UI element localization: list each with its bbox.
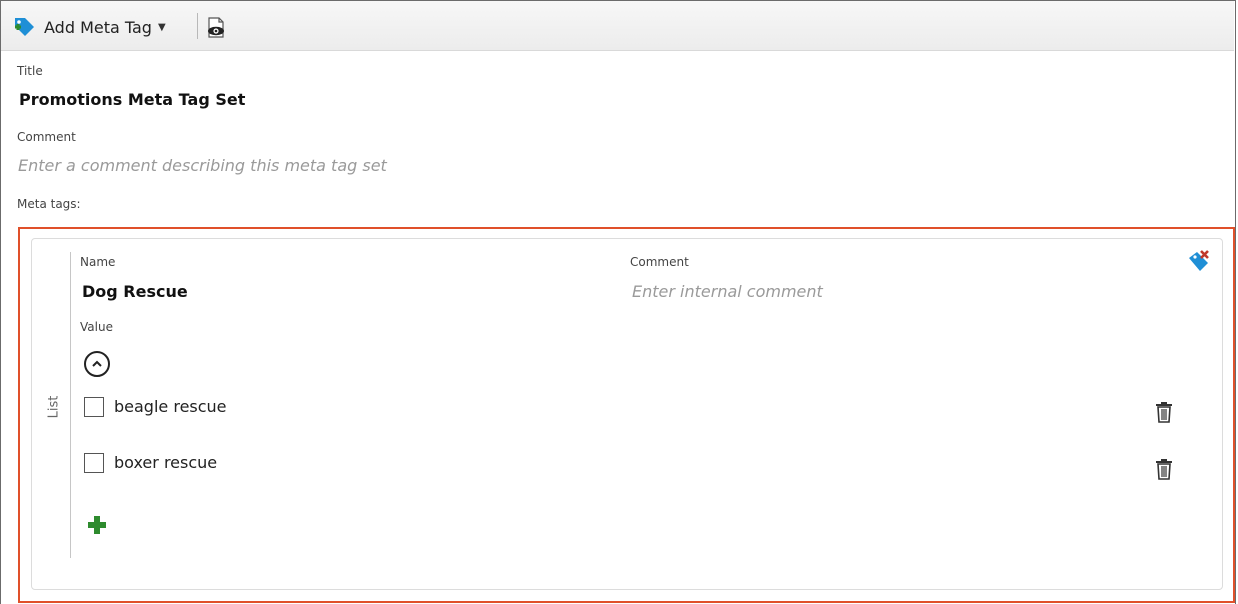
meta-tags-label: Meta tags: [17,197,81,211]
title-label: Title [17,64,43,78]
tag-plus-icon [15,18,34,36]
tag-delete-icon [1189,250,1209,271]
plus-icon [88,516,106,534]
comment-label: Comment [17,130,76,144]
card-divider [70,252,71,558]
name-field[interactable]: Dog Rescue [82,282,188,301]
delete-value-button[interactable] [1155,458,1173,480]
toolbar-separator [197,13,198,39]
add-value-button[interactable] [87,515,107,535]
add-meta-tag-label: Add Meta Tag [44,17,152,37]
trash-icon [1156,459,1172,480]
collapse-values-button[interactable] [84,351,110,377]
toolbar: Add Meta Tag ▼ [1,1,1234,51]
value-text[interactable]: boxer rescue [114,453,217,472]
preview-eye-icon [208,17,224,38]
comment-field[interactable]: Enter a comment describing this meta tag… [18,156,387,175]
value-checkbox[interactable] [84,397,104,417]
meta-tag-type-label: List [46,395,62,419]
delete-value-button[interactable] [1155,401,1173,423]
add-meta-tag-button[interactable]: Add Meta Tag ▼ [12,15,166,39]
value-label: Value [80,320,113,334]
chevron-up-icon [92,360,102,367]
internal-comment-label: Comment [630,255,689,269]
name-label: Name [80,255,116,269]
value-text[interactable]: beagle rescue [114,397,227,416]
delete-meta-tag-button[interactable] [1186,249,1212,275]
internal-comment-field[interactable]: Enter internal comment [632,282,823,301]
title-field[interactable]: Promotions Meta Tag Set [19,90,245,109]
preview-button[interactable] [204,16,228,40]
trash-icon [1156,402,1172,423]
value-checkbox[interactable] [84,453,104,473]
caret-down-icon[interactable]: ▼ [158,22,166,33]
